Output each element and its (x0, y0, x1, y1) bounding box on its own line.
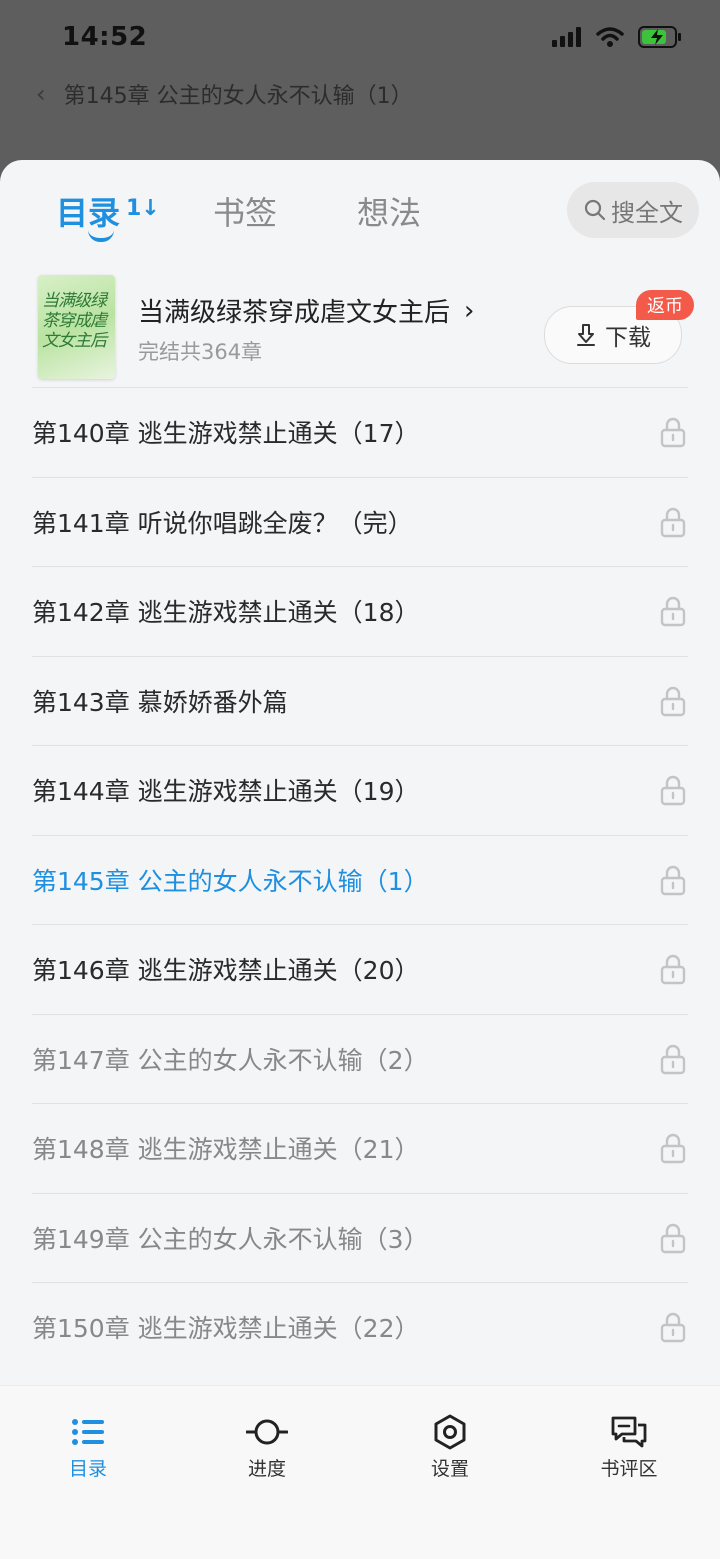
status-time: 14:52 (62, 22, 148, 52)
chapter-row[interactable]: 第149章 公主的女人永不认输（3） (32, 1192, 688, 1282)
battery-charging-icon (638, 26, 681, 48)
list-icon (72, 1419, 104, 1445)
chapter-row[interactable]: 第140章 逃生游戏禁止通关（17） (32, 387, 688, 476)
lock-icon (660, 1133, 686, 1164)
chapter-row-partial (32, 385, 688, 386)
chapter-title: 第148章 逃生游戏禁止通关（21） (32, 1135, 420, 1164)
nav-settings-label: 设置 (430, 1458, 469, 1480)
book-info: 当满级绿茶穿成虐文女主后 当满级绿茶穿成虐文女主后 › 完结共364章 下载 返… (0, 270, 720, 385)
lock-icon (660, 1312, 686, 1343)
status-bar: 14:52 (0, 0, 720, 80)
chapter-row[interactable]: 第146章 逃生游戏禁止通关（20） (32, 924, 688, 1013)
chapter-title: 第143章 慕娇娇番外篇 (32, 687, 288, 717)
nav-reviews-label: 书评区 (600, 1458, 658, 1480)
reader-chapter-title: 第145章 公主的女人永不认输（1） (63, 84, 413, 109)
chapter-title: 第144章 逃生游戏禁止通关（19） (32, 777, 420, 806)
nav-reviews[interactable]: 书评区 (569, 1414, 689, 1481)
chapter-title: 第142章 逃生游戏禁止通关（18） (32, 598, 420, 627)
chapter-row[interactable]: 第141章 听说你唱跳全废？（完） (32, 476, 688, 566)
chapter-row[interactable]: 第147章 公主的女人永不认输（2） (32, 1013, 688, 1103)
chapter-title: 第149章 公主的女人永不认输（3） (32, 1224, 429, 1254)
lock-icon (660, 686, 686, 716)
chapter-title: 第147章 公主的女人永不认输（2） (32, 1045, 429, 1075)
book-title: 当满级绿茶穿成虐文女主后 (138, 298, 451, 328)
lock-icon (660, 507, 686, 537)
back-icon[interactable]: ‹ (36, 80, 46, 108)
tab-ideas[interactable]: 想法 (357, 188, 421, 234)
lock-icon (660, 865, 686, 895)
lock-icon (660, 596, 686, 627)
progress-icon (246, 1419, 288, 1445)
sort-order-icon[interactable]: 1↓ (126, 196, 160, 221)
tab-active-indicator (88, 230, 114, 242)
nav-toc[interactable]: 目录 (28, 1414, 148, 1481)
signal-icon (552, 27, 581, 47)
chapter-title: 第145章 公主的女人永不认输（1） (32, 866, 429, 896)
chapter-row[interactable]: 第148章 逃生游戏禁止通关（21） (32, 1103, 688, 1192)
book-meta: 完结共364章 (138, 340, 263, 364)
chapter-list[interactable]: 第140章 逃生游戏禁止通关（17） 第141章 听说你唱跳全废？（完） 第142章… (0, 385, 720, 1385)
nav-progress[interactable]: 进度 (207, 1414, 327, 1481)
download-icon (577, 324, 595, 346)
lock-icon (660, 1223, 686, 1253)
download-label: 下载 (605, 325, 651, 351)
nav-progress-label: 进度 (247, 1458, 286, 1480)
toc-sheet: 目录 1↓ 书签 想法 搜全文 当满级绿茶穿成虐文女主后 当满级绿茶穿成虐文女主… (0, 160, 720, 1559)
chapter-title: 第146章 逃生游戏禁止通关（20） (32, 956, 420, 985)
tab-bookmarks[interactable]: 书签 (213, 188, 277, 234)
chapter-title: 第150章 逃生游戏禁止通关（22） (32, 1314, 420, 1343)
chevron-right-icon: › (464, 295, 475, 326)
wifi-icon (596, 27, 624, 47)
tab-toc[interactable]: 目录 (56, 188, 120, 234)
cover-title-art: 当满级绿茶穿成虐文女主后 (42, 291, 107, 351)
search-icon (584, 199, 606, 221)
chapter-title: 第141章 听说你唱跳全废？（完） (32, 508, 413, 538)
lock-icon (660, 775, 686, 806)
bottom-nav: 目录 进度 设置 书评区 (0, 1385, 720, 1559)
search-fulltext-label: 搜全文 (611, 198, 683, 227)
chapter-title: 第140章 逃生游戏禁止通关（17） (32, 419, 420, 448)
lock-icon (660, 954, 686, 985)
nav-settings[interactable]: 设置 (390, 1414, 510, 1481)
rebate-badge: 返币 (636, 290, 694, 320)
settings-hexagon-icon (434, 1414, 466, 1450)
chapter-row[interactable]: 第142章 逃生游戏禁止通关（18） (32, 566, 688, 655)
tab-bar: 目录 1↓ 书签 想法 搜全文 (0, 160, 720, 260)
nav-toc-label: 目录 (68, 1458, 107, 1480)
reader-header: ‹ 第145章 公主的女人永不认输（1） (36, 78, 413, 110)
chapter-row[interactable]: 第150章 逃生游戏禁止通关（22） (32, 1282, 688, 1371)
book-title-link[interactable]: 当满级绿茶穿成虐文女主后 › (138, 292, 474, 329)
lock-icon (660, 1044, 686, 1074)
chat-bubbles-icon (611, 1416, 647, 1448)
lock-icon (660, 417, 686, 448)
chapter-row[interactable]: 第144章 逃生游戏禁止通关（19） (32, 745, 688, 834)
status-icons (552, 26, 682, 48)
book-cover[interactable]: 当满级绿茶穿成虐文女主后 (38, 275, 115, 379)
search-fulltext-button[interactable]: 搜全文 (567, 182, 699, 238)
chapter-row[interactable]: 第145章 公主的女人永不认输（1） (32, 834, 688, 924)
chapter-row[interactable]: 第143章 慕娇娇番外篇 (32, 655, 688, 745)
